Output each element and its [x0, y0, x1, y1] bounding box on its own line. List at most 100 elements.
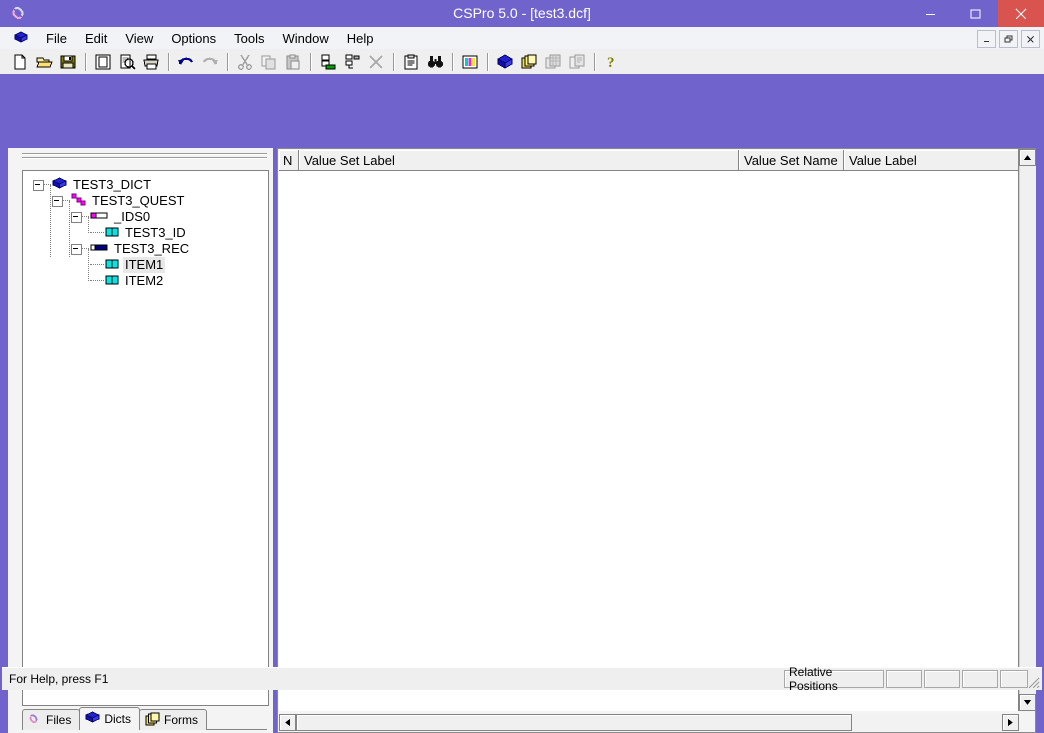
help-question-icon[interactable]: ? [600, 50, 624, 73]
grid-horizontal-scrollbar[interactable] [279, 714, 1019, 731]
tree-item-label: ITEM1 [123, 257, 166, 273]
tree-item-label: TEST3_ID [125, 225, 186, 240]
toolbar-separator [452, 52, 453, 71]
forms-pages-icon[interactable] [517, 50, 541, 73]
tree-item-item2[interactable]: ITEM2 [25, 273, 268, 289]
status-panel-2 [886, 670, 922, 688]
tree-connector [90, 264, 104, 266]
status-panel-3 [924, 670, 960, 688]
tree-item-item1[interactable]: ITEM1 [25, 257, 268, 273]
resize-grip-icon[interactable] [1026, 675, 1040, 689]
tab-forms[interactable]: Forms [139, 709, 208, 730]
tab-label: Files [46, 713, 72, 727]
toolbar-separator [393, 52, 394, 71]
tab-dicts[interactable]: Dicts [79, 707, 141, 730]
tree-item-test3-rec[interactable]: TEST3_REC [25, 241, 268, 257]
dictionary-tree[interactable]: TEST3_DICT TEST3_QUEST _IDS0 TEST3_ID TE… [22, 170, 269, 706]
tree-connector [44, 184, 51, 186]
horizontal-scroll-thumb[interactable] [296, 714, 852, 731]
menu-tools[interactable]: Tools [225, 29, 273, 48]
forms-grid-icon [541, 50, 565, 73]
dictionary-book-icon [13, 31, 29, 45]
forms-pages-icon [145, 712, 160, 729]
tree-item-test3-dict[interactable]: TEST3_DICT [25, 177, 268, 193]
cut-scissors-icon [233, 50, 257, 73]
close-button[interactable] [998, 0, 1044, 27]
record-icon [90, 241, 108, 257]
dictionary-book-icon [85, 711, 101, 727]
print-preview-icon[interactable] [115, 50, 139, 73]
paste-icon [281, 50, 305, 73]
delete-x-icon [364, 50, 388, 73]
forms-copy-icon [565, 50, 589, 73]
status-panel-relative-positions: Relative Positions [784, 665, 884, 693]
tree-item-test3-id[interactable]: TEST3_ID [25, 225, 268, 241]
mdi-child-controls [977, 30, 1040, 48]
find-binoculars-icon[interactable] [423, 50, 447, 73]
print-icon[interactable] [139, 50, 163, 73]
tree-item-label: _IDS0 [114, 209, 151, 224]
level-nodes-icon [71, 193, 86, 210]
toolbar-separator [594, 52, 595, 71]
toolbar-separator [85, 52, 86, 71]
grid-body[interactable] [279, 171, 1019, 711]
menu-bar: File Edit View Options Tools Window Help [0, 27, 1044, 49]
grid-column-header-value-set-name[interactable]: Value Set Name [739, 150, 844, 171]
mdi-close-button[interactable] [1021, 30, 1040, 48]
add-record-icon[interactable] [316, 50, 340, 73]
clipboard-notes-icon[interactable] [399, 50, 423, 73]
scroll-up-arrow[interactable] [1019, 149, 1036, 166]
collapse-expander-icon[interactable] [33, 179, 44, 191]
grid-header-row: N Value Set Label Value Set Name Value L… [279, 150, 1044, 171]
new-file-icon[interactable] [8, 50, 32, 73]
undo-arrow-icon[interactable] [174, 50, 198, 73]
id-record-icon [90, 209, 108, 225]
collapse-expander-icon[interactable] [71, 211, 82, 223]
scroll-down-arrow[interactable] [1019, 694, 1036, 711]
tree-item-test3-quest[interactable]: TEST3_QUEST [25, 193, 268, 209]
tree-connector [90, 280, 104, 282]
open-folder-icon[interactable] [32, 50, 56, 73]
copy-icon [257, 50, 281, 73]
grid-column-header-value-set-label[interactable]: Value Set Label [299, 150, 739, 171]
grid-column-header-value-label[interactable]: Value Label [844, 150, 1018, 171]
maximize-button[interactable] [953, 0, 998, 27]
page-layout-icon[interactable] [91, 50, 115, 73]
minimize-button[interactable] [908, 0, 953, 27]
mdi-minimize-button[interactable] [977, 30, 996, 48]
scroll-left-arrow[interactable] [279, 714, 296, 731]
vertical-scroll-track[interactable] [1019, 166, 1036, 694]
menu-options[interactable]: Options [162, 29, 225, 48]
left-pane: TEST3_DICT TEST3_QUEST _IDS0 TEST3_ID TE… [8, 148, 273, 733]
tree-connector [82, 216, 89, 218]
value-sets-icon[interactable] [458, 50, 482, 73]
save-disk-icon[interactable] [56, 50, 80, 73]
menu-view[interactable]: View [116, 29, 162, 48]
toolbar-separator [487, 52, 488, 71]
redo-arrow-icon [198, 50, 222, 73]
tree-connector [63, 200, 70, 202]
collapse-expander-icon[interactable] [71, 243, 82, 255]
insert-item-icon[interactable] [340, 50, 364, 73]
tree-item-ids0[interactable]: _IDS0 [25, 209, 268, 225]
grid-vertical-scrollbar[interactable] [1018, 149, 1036, 711]
menu-help[interactable]: Help [338, 29, 383, 48]
status-panel-5 [1000, 670, 1028, 688]
grid-column-header-n[interactable]: N [279, 150, 299, 171]
status-bar: For Help, press F1 Relative Positions [2, 665, 1042, 693]
dictionary-book-icon [52, 177, 67, 194]
mdi-client-area: TEST3_DICT TEST3_QUEST _IDS0 TEST3_ID TE… [0, 74, 1044, 733]
menu-edit[interactable]: Edit [76, 29, 116, 48]
menu-window[interactable]: Window [273, 29, 337, 48]
dictionary-book-icon[interactable] [493, 50, 517, 73]
collapse-expander-icon[interactable] [52, 195, 63, 207]
tree-item-label: TEST3_QUEST [92, 193, 185, 208]
scroll-right-arrow[interactable] [1002, 714, 1019, 731]
item-field-icon [105, 273, 119, 289]
menu-file[interactable]: File [37, 29, 76, 48]
tree-item-label: TEST3_DICT [73, 177, 152, 192]
mdi-restore-button[interactable] [999, 30, 1018, 48]
tab-files[interactable]: Files [22, 709, 81, 730]
tree-item-label: TEST3_REC [114, 241, 190, 256]
tab-label: Dicts [104, 712, 132, 726]
